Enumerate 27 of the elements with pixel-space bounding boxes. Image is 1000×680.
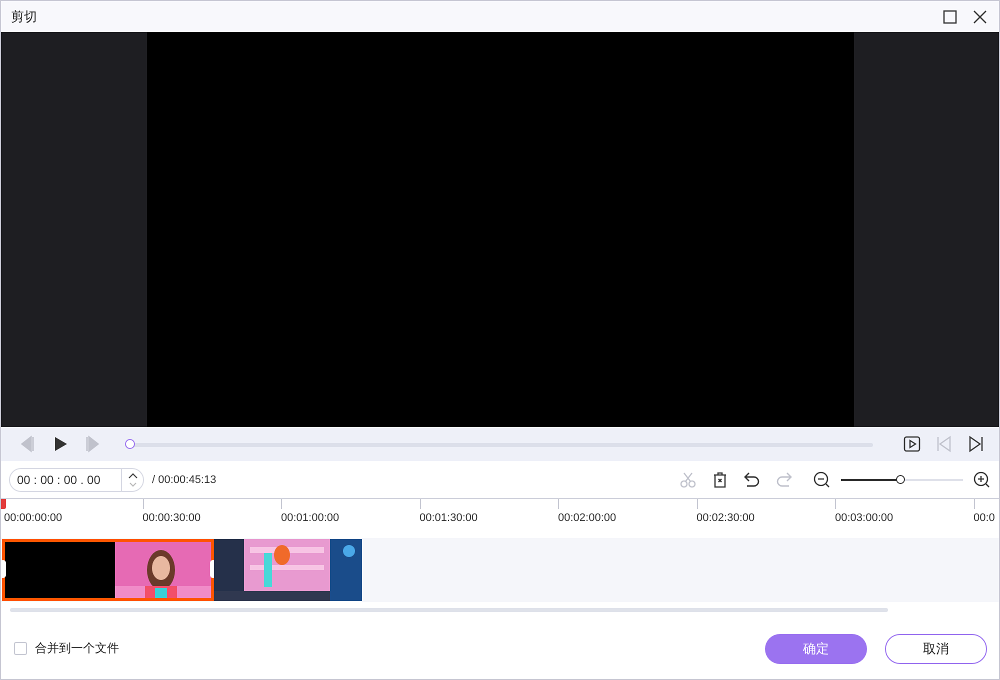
undo-button[interactable] bbox=[743, 470, 761, 488]
progress-slider[interactable] bbox=[125, 438, 873, 450]
checkbox-label: 合并到一个文件 bbox=[35, 640, 119, 657]
cancel-button[interactable]: 取消 bbox=[885, 634, 987, 664]
maximize-button[interactable] bbox=[941, 8, 959, 26]
close-button[interactable] bbox=[971, 8, 989, 26]
skip-end-button[interactable] bbox=[967, 435, 985, 453]
total-duration: / 00:00:45:13 bbox=[152, 474, 218, 486]
time-label: 00:01:00:00 bbox=[281, 512, 340, 524]
clip-handle[interactable] bbox=[1, 560, 6, 578]
zoom-out-button[interactable] bbox=[813, 470, 831, 488]
time-label: 00:02:30:00 bbox=[696, 512, 755, 524]
zoom-in-button[interactable] bbox=[973, 470, 991, 488]
playhead-marker[interactable] bbox=[1, 499, 6, 509]
checkbox[interactable] bbox=[14, 642, 27, 655]
time-field[interactable]: 00 : 00 : 00 . 00 bbox=[9, 468, 144, 492]
preview-button[interactable] bbox=[903, 435, 921, 453]
time-label: 00:00:00:00 bbox=[4, 512, 62, 524]
trash-button[interactable] bbox=[711, 470, 729, 488]
time-label: 00:01:30:00 bbox=[420, 512, 478, 524]
window-title: 剪切 bbox=[11, 8, 38, 26]
time-label: 00:03:00:00 bbox=[835, 512, 894, 524]
time-label: 00:00:30:00 bbox=[142, 512, 201, 524]
scrollbar[interactable] bbox=[10, 608, 888, 612]
time-input[interactable]: 00 : 00 : 00 . 00 bbox=[15, 472, 121, 488]
time-label: 00:02:00:00 bbox=[558, 512, 616, 524]
time-label: 00:0 bbox=[974, 512, 995, 524]
